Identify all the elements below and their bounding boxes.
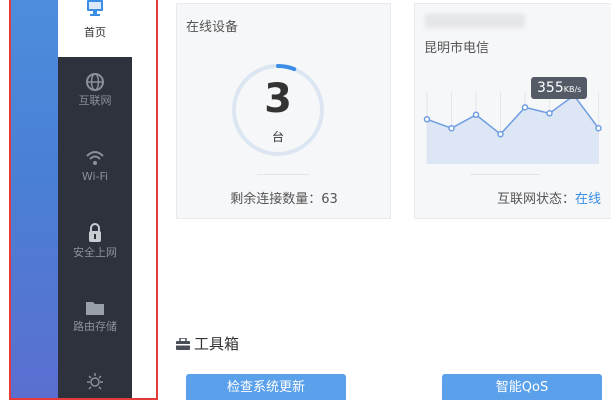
internet-status-label: 互联网状态： <box>496 192 575 207</box>
device-ring: 3 台 <box>230 62 326 158</box>
bottom-margin <box>0 400 611 411</box>
red-guide-left <box>9 0 11 400</box>
sidebar-item-storage[interactable]: 路由存储 <box>58 298 132 334</box>
chart-point <box>546 110 553 117</box>
sidebar-item-label: 路由存储 <box>73 320 117 333</box>
speed-badge: 355KB/s <box>531 77 588 99</box>
isp-name: 昆明市电信 <box>424 41 490 56</box>
sidebar-nav: 首页 互联网 Wi-Fi 安全上网 路由存储 <box>58 0 132 398</box>
red-guide-right <box>156 0 158 400</box>
online-device-count: 3 <box>264 76 292 122</box>
speed-unit: KB/s <box>563 85 582 94</box>
sidebar-item-home[interactable]: 首页 <box>58 0 132 57</box>
screenshot-frame: 首页 互联网 Wi-Fi 安全上网 路由存储 在线设备 3 台 剩余连接数量：6… <box>0 0 611 411</box>
chart-point <box>423 116 431 123</box>
sidebar-item-label: 安全上网 <box>73 246 117 259</box>
toolbox-title: 工具箱 <box>194 335 240 353</box>
sidebar-item-label: 互联网 <box>78 94 112 107</box>
chart-point <box>448 124 455 132</box>
sidebar-item-security[interactable]: 安全上网 <box>58 222 132 260</box>
folder-icon <box>86 302 104 315</box>
internet-status: 互联网状态：在线 <box>415 188 601 207</box>
internet-card: 昆明市电信 355KB/s 互联网状态：在线 <box>414 3 611 219</box>
sidebar-item-more[interactable] <box>58 370 132 394</box>
globe-icon <box>86 73 104 91</box>
sidebar-item-wifi[interactable]: Wi-Fi <box>58 148 132 184</box>
divider <box>470 174 540 175</box>
online-devices-title: 在线设备 <box>186 20 239 35</box>
remaining-connections: 剩余连接数量：63 <box>230 192 338 207</box>
blurred-account-name <box>425 14 525 28</box>
sidebar-item-label: Wi-Fi <box>81 170 109 183</box>
chart-point <box>497 130 504 138</box>
online-devices-card: 在线设备 3 台 剩余连接数量：63 <box>176 3 391 219</box>
toolbox-icon <box>176 337 190 350</box>
online-device-unit: 台 <box>271 130 284 144</box>
chart-point <box>472 111 480 119</box>
speed-value: 355 <box>537 80 564 96</box>
blue-side-strip <box>11 0 58 398</box>
chart-point <box>521 104 529 111</box>
divider <box>257 174 309 175</box>
chart-point <box>595 124 602 132</box>
internet-status-value[interactable]: 在线 <box>575 192 601 207</box>
wifi-icon <box>86 151 104 165</box>
sun-icon <box>87 373 103 390</box>
toolbox-header: 工具箱 <box>176 333 239 354</box>
sidebar-item-label: 首页 <box>84 26 106 39</box>
monitor-icon <box>87 0 103 16</box>
sidebar-item-internet[interactable]: 互联网 <box>58 72 132 108</box>
lock-icon <box>89 223 101 242</box>
